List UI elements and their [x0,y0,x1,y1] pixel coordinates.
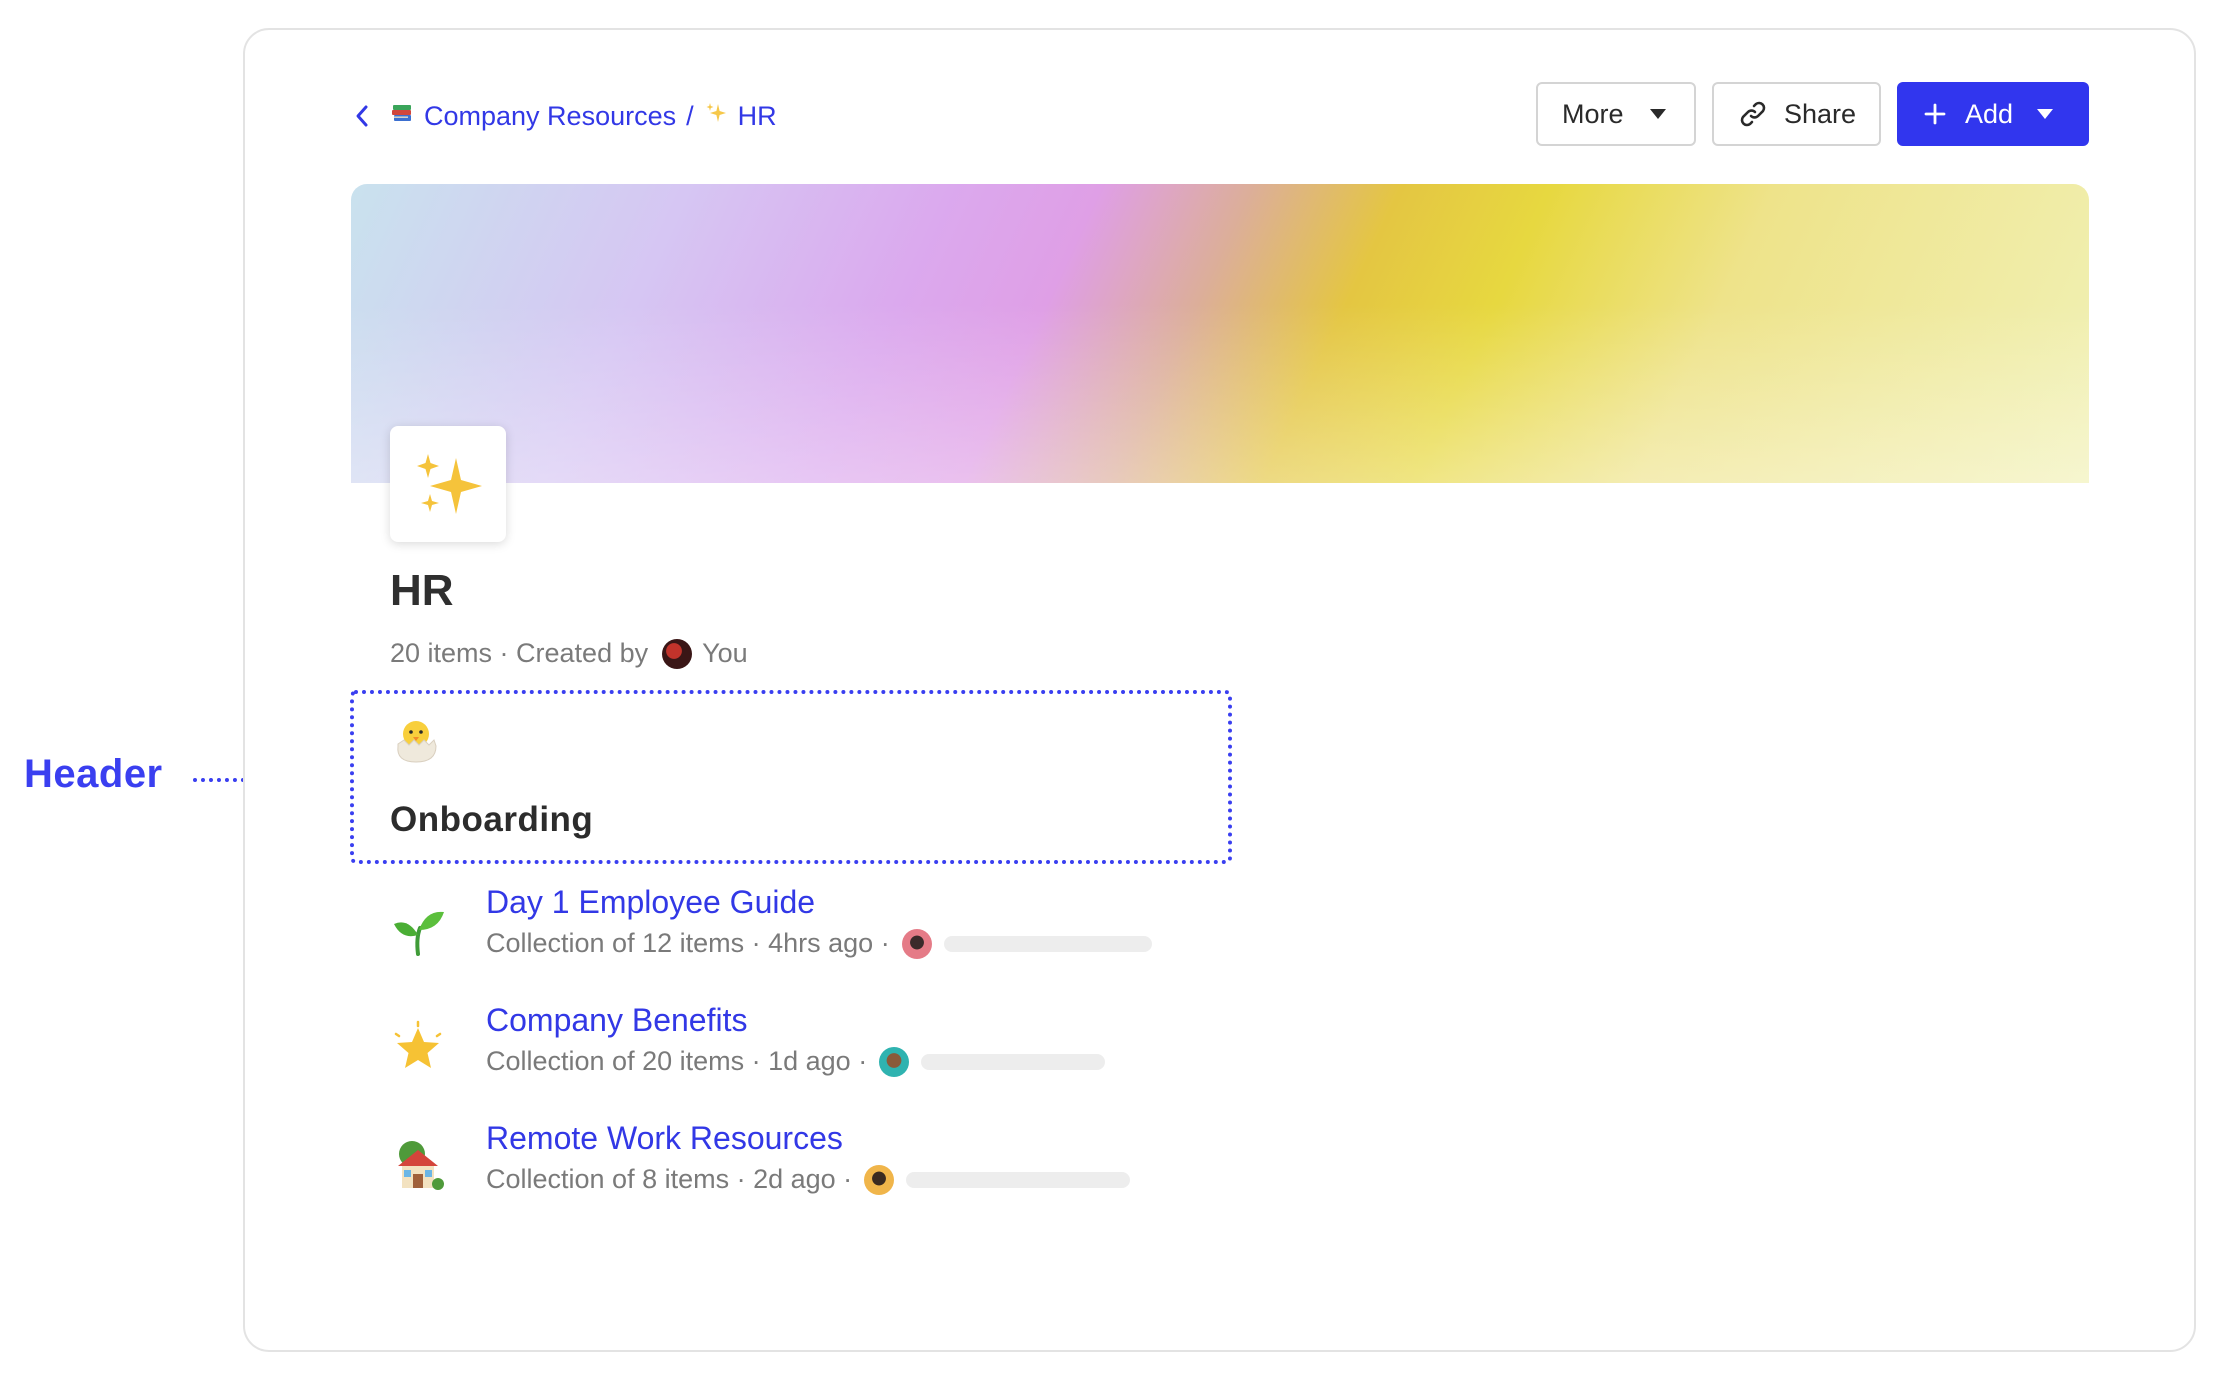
list-item[interactable]: Remote Work Resources Collection of 8 it… [390,1120,1290,1220]
books-emoji-icon [390,101,414,132]
placeholder-bar [921,1053,1106,1070]
hatching-chick-emoji-icon [390,714,442,771]
section-header-title[interactable]: Onboarding [390,800,593,840]
add-button-label: Add [1965,98,2014,129]
page-icon[interactable] [390,426,506,542]
list-item[interactable]: Company Benefits Collection of 20 items … [390,1002,1290,1102]
breadcrumb: Company Resources / HR [348,96,777,136]
item-title-link[interactable]: Company Benefits [486,1002,747,1039]
seedling-emoji-icon [390,902,446,958]
page-meta: 20 items · Created by You [390,638,748,669]
placeholder-bar [906,1171,1131,1188]
annotation-header-label: Header [24,752,163,796]
item-subtitle-text: Collection of 12 items · 4hrs ago · [486,928,890,958]
more-button-label: More [1562,98,1624,129]
avatar [864,1164,895,1195]
sparkles-emoji-icon [417,454,482,514]
item-subtitle-text: Collection of 20 items · 1d ago · [486,1046,868,1076]
item-subtitle: Collection of 8 items · 2d ago · [486,1164,1131,1195]
sparkles-emoji-icon [704,101,728,132]
item-subtitle: Collection of 12 items · 4hrs ago · [486,928,1152,959]
page-title: HR [390,566,454,615]
chevron-left-icon[interactable] [348,102,376,130]
more-button[interactable]: More [1536,82,1696,146]
meta-count: 20 items · Created by [390,638,649,668]
breadcrumb-parent-link[interactable]: Company Resources [424,101,676,132]
cover-image [351,184,2089,483]
list-item[interactable]: Day 1 Employee Guide Collection of 12 it… [390,884,1290,984]
avatar [901,928,932,959]
breadcrumb-current[interactable]: HR [738,101,777,132]
breadcrumb-separator: / [686,100,694,131]
plus-icon [1923,102,1947,126]
avatar [879,1046,910,1077]
link-icon [1738,99,1768,129]
share-button[interactable]: Share [1712,82,1881,146]
add-button[interactable]: Add [1897,82,2089,146]
share-button-label: Share [1784,98,1857,129]
item-title-link[interactable]: Remote Work Resources [486,1120,843,1157]
meta-creator: You [702,638,748,668]
item-title-link[interactable]: Day 1 Employee Guide [486,884,815,921]
placeholder-bar [943,935,1152,952]
caret-down-icon [1649,109,1666,119]
avatar [662,638,693,669]
house-with-garden-emoji-icon [390,1138,446,1194]
glowing-star-emoji-icon [390,1020,446,1076]
caret-down-icon [2037,109,2054,119]
item-subtitle: Collection of 20 items · 1d ago · [486,1046,1106,1077]
item-subtitle-text: Collection of 8 items · 2d ago · [486,1164,853,1194]
